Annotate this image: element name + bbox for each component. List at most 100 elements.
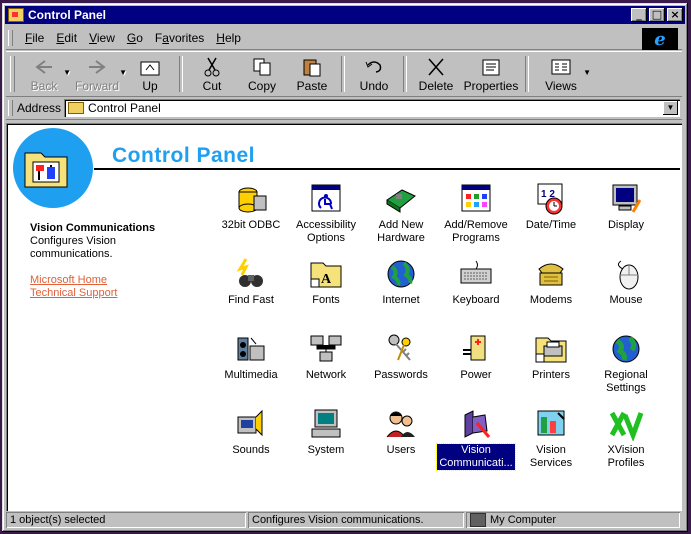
address-grip[interactable] [8,100,13,116]
paste-label: Paste [296,79,328,93]
item-label: Mouse [609,294,643,306]
mouse-icon [617,260,639,290]
paste-button[interactable]: Paste [287,52,337,96]
menu-bar: File Edit View Go Favorites Help e [6,27,682,50]
my-computer-icon [470,513,486,527]
back-arrow-icon [35,60,52,74]
copy-button[interactable]: Copy [237,52,287,96]
item-label: XVision Profiles [607,444,645,469]
item-passwords[interactable]: Passwords [363,332,439,382]
address-field[interactable]: Control Panel ▼ [64,99,680,117]
item-modems[interactable]: Modems [513,257,589,307]
address-label: Address [17,101,62,115]
users-icon [386,411,415,438]
menu-go[interactable]: Go [121,31,149,45]
views-label: Views [545,79,577,93]
forward-arrow-icon [89,60,106,74]
item-mouse[interactable]: Mouse [588,257,664,307]
control-panel-icon [8,8,24,22]
delete-button[interactable]: Delete [411,52,461,96]
menu-go-access-key: G [126,31,137,45]
item-internet[interactable]: Internet [363,257,439,307]
views-button[interactable]: Views ▼ [533,52,591,96]
item-32bit-odbc[interactable]: 32bit ODBC [213,182,289,232]
undo-button[interactable]: Undo [349,52,399,96]
computer-icon [311,409,341,438]
standard-toolbar: Back ▼ Forward ▼ Up Cut Copy Paste Undo [6,51,682,97]
selected-item-description: Configures Vision communications. [30,235,117,260]
properties-button[interactable]: Properties [461,52,521,96]
properties-icon [482,59,500,76]
menu-view[interactable]: View [83,31,121,45]
item-sounds[interactable]: Sounds [213,407,289,457]
item-label: Regional Settings [604,369,648,394]
item-label: Display [607,219,645,231]
delete-label: Delete [418,79,454,93]
item-power[interactable]: Power [438,332,514,382]
item-fonts[interactable]: A Fonts [288,257,364,307]
hardware-icon [386,189,416,213]
undo-label: Undo [359,79,389,93]
banner-title: Control Panel [112,144,256,167]
item-multimedia[interactable]: Multimedia [213,332,289,382]
toolbar-separator [341,56,345,92]
microsoft-home-link[interactable]: Microsoft Home [30,274,107,286]
item-printers[interactable]: Printers [513,332,589,382]
keyboard-icon [460,260,492,284]
keys-icon [388,334,411,361]
title-bar[interactable]: Control Panel _ □ × [5,6,685,24]
cut-button[interactable]: Cut [187,52,237,96]
item-keyboard[interactable]: Keyboard [438,257,514,307]
menu-favorites-access-key: a [162,31,169,45]
status-zone-label: My Computer [490,514,557,526]
item-date-time[interactable]: 1 2 Date/Time [513,182,589,232]
item-vision-communications[interactable]: Vision Communicati... [436,407,516,471]
multimedia-icon [237,337,265,361]
technical-support-link[interactable]: Technical Support [30,287,117,299]
up-button[interactable]: Up [125,52,175,96]
item-label: Internet [382,294,420,306]
item-add-remove-programs[interactable]: Add/Remove Programs [438,182,514,245]
minimize-button[interactable]: _ [631,8,647,22]
menu-help-rest: elp [224,31,241,45]
views-dropdown-icon[interactable]: ▼ [583,68,591,77]
views-icon [551,59,571,75]
address-value[interactable]: Control Panel [88,101,161,115]
item-label: Vision Communicati... [436,443,516,471]
item-label: Accessibility Options [296,219,356,244]
vision-communications-icon [464,410,491,438]
address-dropdown-icon[interactable]: ▼ [663,101,678,115]
item-find-fast[interactable]: Find Fast [213,257,289,307]
maximize-button[interactable]: □ [649,8,665,22]
item-regional-settings[interactable]: Regional Settings [588,332,664,395]
item-display[interactable]: Display [588,182,664,232]
close-button[interactable]: × [667,8,683,22]
paste-icon [303,59,321,77]
menu-grip[interactable] [8,30,13,46]
globe-icon [612,335,640,363]
item-system[interactable]: System [288,407,364,457]
item-users[interactable]: Users [363,407,439,457]
item-network[interactable]: Network [288,332,364,382]
item-accessibility-options[interactable]: Accessibility Options [288,182,364,245]
copy-icon [253,58,271,76]
toolbar-grip[interactable] [10,56,15,92]
cut-label: Cut [202,79,222,93]
menu-favorites[interactable]: Favorites [149,31,210,45]
up-folder-icon [140,61,160,76]
item-xvision-profiles[interactable]: XVision Profiles [588,407,664,470]
back-button[interactable]: Back ▼ [19,52,71,96]
menu-file-rest: ile [32,31,45,45]
up-label: Up [142,79,158,93]
forward-label: Forward [74,79,119,93]
menu-help[interactable]: Help [210,31,247,45]
network-icon [310,335,342,362]
item-add-new-hardware[interactable]: Add New Hardware [363,182,439,245]
copy-label: Copy [247,79,276,93]
item-vision-services[interactable]: Vision Services [513,407,589,470]
forward-button[interactable]: Forward ▼ [69,52,127,96]
item-label: Passwords [374,369,428,381]
menu-edit[interactable]: Edit [50,31,83,45]
menu-file[interactable]: File [19,31,50,45]
folder-view: Control Panel Vision Communications Conf… [6,123,682,511]
